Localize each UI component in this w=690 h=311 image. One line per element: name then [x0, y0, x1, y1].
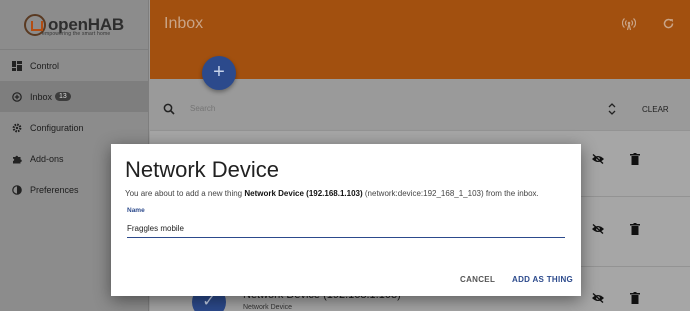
delete-button[interactable] [630, 153, 640, 168]
add-thing-dialog: Network Device You are about to add a ne… [111, 144, 581, 296]
search-input[interactable] [190, 104, 570, 113]
sidebar-item-label: Add-ons [30, 153, 64, 164]
sort-icon [608, 103, 616, 115]
sidebar-item-label: Inbox [30, 91, 53, 102]
ignore-button[interactable] [591, 223, 605, 237]
eye-off-icon [592, 292, 604, 304]
sidebar-item-label: Control [30, 60, 60, 71]
brand-tagline: empowering the smart home [42, 31, 111, 37]
sidebar-item-inbox[interactable]: Inbox 13 [0, 81, 148, 112]
gear-icon [12, 123, 22, 133]
clear-button[interactable]: CLEAR [642, 105, 669, 114]
dialog-message: You are about to add a new thing Network… [125, 189, 539, 198]
inbox-count-badge: 13 [55, 92, 71, 101]
trash-icon [630, 153, 640, 165]
search-icon [163, 103, 175, 115]
contrast-icon [12, 184, 22, 195]
refresh-icon [663, 18, 673, 29]
puzzle-icon [12, 154, 22, 164]
search-bar: CLEAR [150, 92, 690, 130]
cancel-button[interactable]: CANCEL [460, 275, 495, 284]
plus-icon: + [213, 61, 225, 83]
eye-off-icon [592, 153, 604, 165]
sort-toggle-button[interactable] [608, 103, 616, 115]
page-title: Inbox [164, 15, 204, 32]
ignore-button[interactable] [591, 292, 605, 306]
dialog-message-prefix: You are about to add a new thing [125, 189, 245, 198]
sidebar-item-label: Configuration [30, 122, 84, 133]
ignore-button[interactable] [591, 153, 605, 167]
name-field[interactable] [127, 220, 565, 238]
sidebar-item-label: Preferences [30, 184, 79, 195]
delete-button[interactable] [630, 223, 640, 238]
add-fab-button[interactable]: + [202, 56, 236, 90]
delete-button[interactable] [630, 292, 640, 307]
eye-off-icon [592, 223, 604, 235]
trash-icon [630, 223, 640, 235]
broadcast-icon [621, 18, 637, 31]
scan-button[interactable] [620, 17, 638, 35]
add-as-thing-button[interactable]: ADD AS THING [512, 275, 573, 284]
trash-icon [630, 292, 640, 304]
dashboard-icon [12, 60, 22, 71]
openhab-logo[interactable]: openHAB empowering the smart home [0, 0, 148, 50]
refresh-button[interactable] [659, 17, 677, 35]
sidebar-item-control[interactable]: Control [0, 50, 148, 81]
list-item-subtitle: Network Device [243, 304, 293, 311]
dialog-title: Network Device [125, 157, 280, 182]
sidebar-item-configuration[interactable]: Configuration [0, 112, 148, 143]
dialog-message-suffix: (network:device:192_168_1_103) from the … [362, 189, 539, 198]
dialog-message-thing: Network Device (192.168.1.103) [244, 189, 363, 198]
name-field-label: Name [127, 207, 145, 214]
add-circle-icon [12, 91, 22, 102]
